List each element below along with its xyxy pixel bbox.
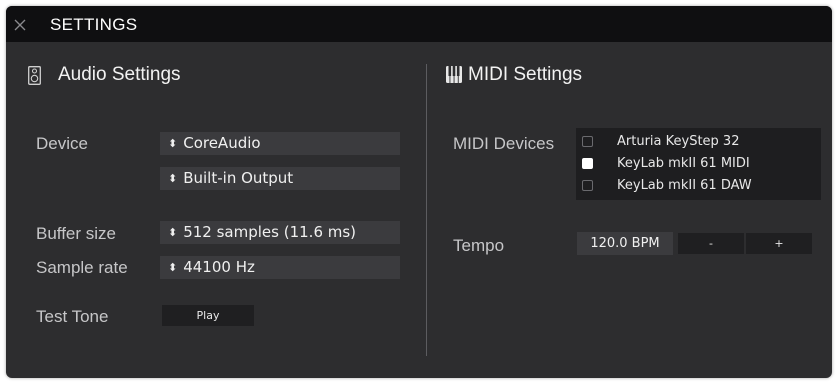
speaker-icon (28, 66, 41, 91)
tempo-label: Tempo (453, 236, 505, 255)
updown-arrows-icon: ⬍ (168, 172, 178, 185)
sample-rate-select[interactable]: ⬍ 44100 Hz (160, 256, 400, 279)
buffer-size-value: 512 samples (11.6 ms) (183, 223, 357, 241)
device-value: CoreAudio (183, 134, 261, 152)
midi-device-name: KeyLab mkII 61 MIDI (617, 156, 750, 171)
audio-settings-title: Audio Settings (58, 64, 181, 85)
test-tone-label: Test Tone (36, 307, 109, 326)
piano-keys-icon (446, 66, 462, 89)
buffer-size-label: Buffer size (36, 224, 117, 243)
device-select[interactable]: ⬍ CoreAudio (160, 132, 400, 155)
midi-devices-label: MIDI Devices (453, 134, 555, 153)
midi-device-item[interactable]: Arturia KeyStep 32 (576, 131, 821, 153)
updown-arrows-icon: ⬍ (168, 137, 178, 150)
midi-device-checkbox[interactable] (582, 180, 593, 191)
settings-window: SETTINGS Audio Settings Device ⬍ CoreAudi… (6, 6, 832, 378)
output-select[interactable]: ⬍ Built-in Output (160, 167, 400, 190)
updown-arrows-icon: ⬍ (168, 261, 178, 274)
title-bar: SETTINGS (6, 6, 832, 42)
window-title: SETTINGS (50, 15, 138, 34)
section-divider (426, 64, 427, 356)
buffer-size-select[interactable]: ⬍ 512 samples (11.6 ms) (160, 221, 400, 244)
midi-device-checkbox[interactable] (582, 136, 593, 147)
tempo-decrement-button[interactable]: - (678, 233, 744, 254)
sample-rate-value: 44100 Hz (183, 258, 255, 276)
midi-device-name: Arturia KeyStep 32 (617, 134, 740, 149)
tempo-increment-button[interactable]: + (746, 233, 812, 254)
play-button[interactable]: Play (162, 305, 254, 326)
device-label: Device (36, 134, 88, 153)
output-value: Built-in Output (183, 169, 294, 187)
midi-settings-title: MIDI Settings (468, 64, 583, 85)
midi-device-item[interactable]: KeyLab mkII 61 MIDI (576, 153, 821, 175)
sample-rate-label: Sample rate (36, 258, 128, 277)
updown-arrows-icon: ⬍ (168, 226, 178, 239)
midi-device-name: KeyLab mkII 61 DAW (617, 178, 752, 193)
midi-devices-list: Arturia KeyStep 32 KeyLab mkII 61 MIDI K… (576, 128, 821, 200)
midi-device-checkbox[interactable] (582, 158, 593, 169)
midi-device-item[interactable]: KeyLab mkII 61 DAW (576, 175, 821, 197)
close-icon[interactable] (14, 18, 26, 31)
tempo-field[interactable]: 120.0 BPM (577, 232, 673, 255)
